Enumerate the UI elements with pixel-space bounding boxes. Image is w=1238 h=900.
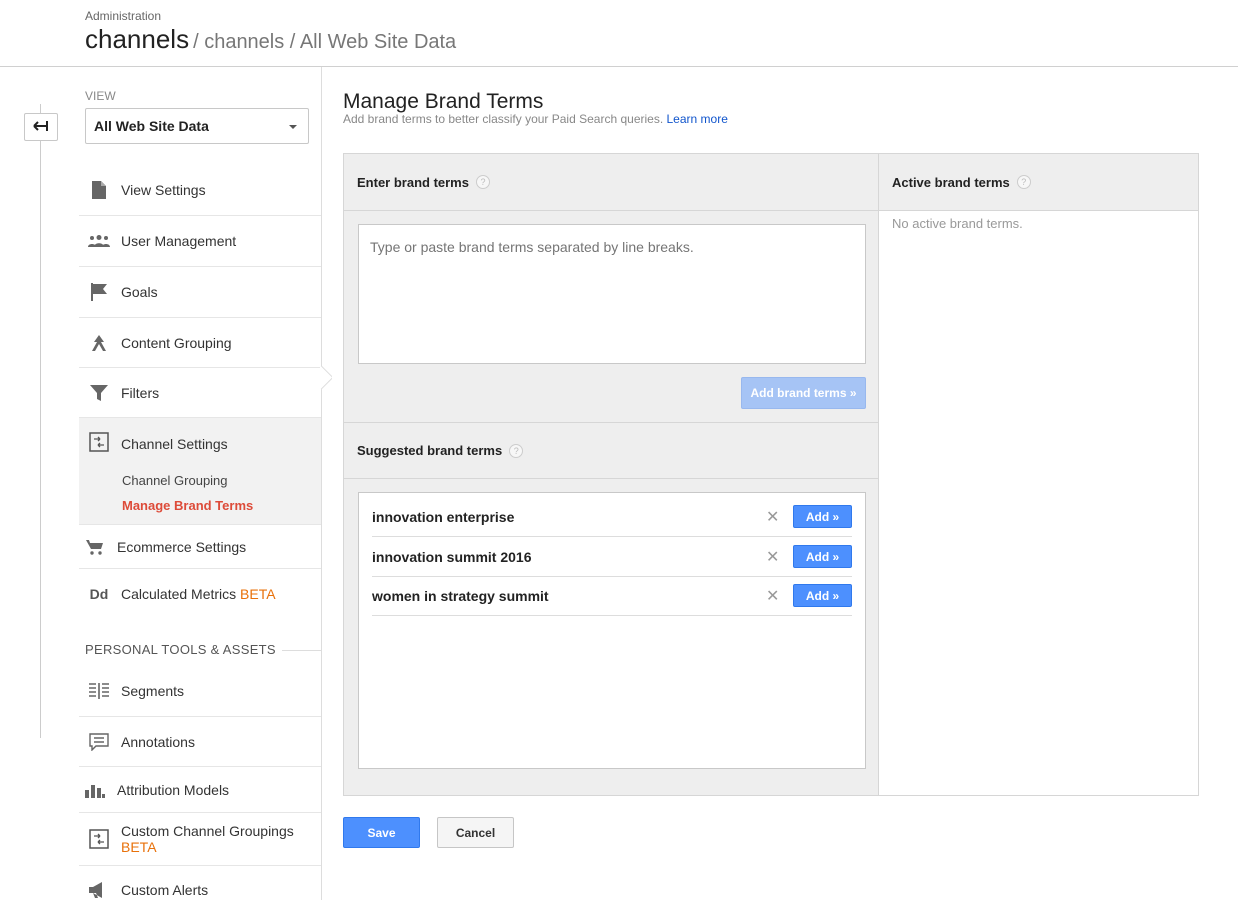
help-icon[interactable]: ? — [475, 175, 490, 189]
sidebar: VIEW All Web Site Data View Settings Use… — [0, 67, 322, 900]
learn-more-link[interactable]: Learn more — [667, 112, 728, 126]
page-subtitle: Add brand terms to better classify your … — [343, 112, 728, 126]
sidebar-item-label: Annotations — [121, 733, 195, 750]
dismiss-icon[interactable]: ✕ — [766, 507, 779, 527]
document-icon — [87, 180, 111, 200]
active-item-pointer — [320, 366, 332, 390]
enter-terms-title: Enter brand terms — [357, 174, 469, 190]
back-button[interactable] — [24, 113, 58, 141]
megaphone-icon — [87, 880, 111, 900]
sidebar-item-attribution-models[interactable]: Attribution Models — [79, 767, 321, 813]
dismiss-icon[interactable]: ✕ — [766, 547, 779, 567]
add-term-button[interactable]: Add » — [793, 584, 852, 607]
channel-icon — [87, 829, 111, 849]
sidebar-item-label: Attribution Models — [117, 781, 230, 798]
suggested-terms-title: Suggested brand terms — [357, 443, 503, 458]
active-terms-column: Active brand terms ? No active brand ter… — [879, 154, 1198, 795]
dismiss-icon[interactable]: ✕ — [766, 586, 779, 606]
beta-badge: BETA — [240, 586, 276, 602]
sidebar-item-label: Custom Channel Groupings BETA — [121, 823, 294, 855]
enter-terms-header: Enter brand terms ? — [344, 154, 878, 211]
section-divider — [282, 650, 321, 651]
suggested-term-row: innovation enterprise ✕ Add » — [372, 497, 852, 537]
subtitle-text: Add brand terms to better classify your … — [343, 112, 664, 126]
sidebar-subitem-manage-brand-terms[interactable]: Manage Brand Terms — [122, 498, 253, 513]
breadcrumb-path[interactable]: / channels / All Web Site Data — [193, 31, 456, 53]
cart-icon — [83, 537, 107, 557]
brand-terms-panel: Enter brand terms ? Add brand terms » Su… — [343, 153, 1199, 796]
suggested-terms-header: Suggested brand terms ? — [344, 422, 878, 479]
chevron-down-icon — [289, 125, 297, 129]
sidebar-item-view-settings[interactable]: View Settings — [79, 165, 321, 216]
add-term-button[interactable]: Add » — [793, 545, 852, 568]
back-arrow-icon — [33, 120, 49, 135]
beta-badge: BETA — [121, 839, 157, 855]
sidebar-item-segments[interactable]: Segments — [79, 666, 321, 717]
sidebar-item-label: Channel Settings — [121, 436, 228, 452]
sidebar-item-content-grouping[interactable]: Content Grouping — [79, 318, 321, 368]
section-header-personal-tools: PERSONAL TOOLS & ASSETS — [85, 642, 276, 657]
suggested-term: women in strategy summit — [372, 588, 549, 604]
enter-terms-column: Enter brand terms ? Add brand terms » Su… — [344, 154, 879, 795]
segments-icon — [87, 681, 111, 701]
sidebar-item-annotations[interactable]: Annotations — [79, 717, 321, 767]
suggested-terms-list: innovation enterprise ✕ Add » innovation… — [358, 492, 866, 769]
active-terms-title: Active brand terms — [892, 174, 1010, 190]
grouping-icon — [87, 333, 111, 353]
sidebar-item-user-management[interactable]: User Management — [79, 216, 321, 267]
active-terms-header: Active brand terms ? — [879, 154, 1198, 211]
sidebar-item-goals[interactable]: Goals — [79, 267, 321, 318]
bar-chart-icon — [83, 780, 107, 800]
sidebar-item-label: Content Grouping — [121, 334, 232, 351]
sidebar-item-label: Ecommerce Settings — [117, 538, 247, 555]
page-header: Administration channels / channels / All … — [0, 0, 1238, 67]
sidebar-item-ecommerce-settings[interactable]: Ecommerce Settings — [79, 525, 321, 569]
back-rail — [40, 104, 41, 738]
help-icon[interactable]: ? — [1016, 175, 1031, 189]
dd-icon: Dd — [89, 586, 109, 602]
sidebar-subitem-channel-grouping[interactable]: Channel Grouping — [122, 473, 228, 488]
sidebar-item-label: View Settings — [121, 182, 206, 198]
suggested-term-row: women in strategy summit ✕ Add » — [372, 576, 852, 616]
breadcrumb: channels / channels / All Web Site Data — [85, 24, 456, 55]
suggested-term: innovation enterprise — [372, 509, 515, 525]
sidebar-item-label: Segments — [121, 683, 185, 699]
users-icon — [87, 231, 111, 251]
add-brand-terms-button[interactable]: Add brand terms » — [741, 377, 866, 409]
sidebar-item-label: Custom Alerts — [121, 882, 209, 898]
sidebar-item-label: User Management — [121, 233, 237, 249]
view-select-value: All Web Site Data — [94, 118, 209, 134]
sidebar-item-calculated-metrics[interactable]: Dd Calculated Metrics BETA — [79, 569, 321, 619]
sidebar-item-filters[interactable]: Filters — [79, 368, 321, 418]
help-icon[interactable]: ? — [509, 443, 524, 458]
breadcrumb-account[interactable]: channels — [85, 24, 189, 54]
suggested-term: innovation summit 2016 — [372, 549, 532, 565]
admin-label: Administration — [85, 9, 162, 23]
suggested-term-row: innovation summit 2016 ✕ Add » — [372, 537, 852, 577]
sidebar-item-custom-alerts[interactable]: Custom Alerts — [79, 866, 321, 900]
cancel-button[interactable]: Cancel — [437, 817, 514, 848]
sidebar-item-label: Goals — [121, 284, 158, 300]
no-active-terms-text: No active brand terms. — [892, 216, 1023, 231]
view-label: VIEW — [85, 89, 116, 103]
filter-icon — [87, 383, 111, 403]
save-button[interactable]: Save — [343, 817, 420, 848]
sidebar-item-label: Filters — [121, 384, 160, 401]
add-term-button[interactable]: Add » — [793, 505, 852, 528]
brand-terms-textarea[interactable] — [358, 224, 866, 364]
flag-icon — [87, 282, 111, 302]
sidebar-item-label: Calculated Metrics BETA — [121, 586, 276, 602]
annotation-icon — [87, 732, 111, 752]
sidebar-item-custom-channel-groupings[interactable]: Custom Channel Groupings BETA — [79, 813, 321, 866]
page-title: Manage Brand Terms — [343, 90, 544, 113]
view-select[interactable]: All Web Site Data — [85, 108, 309, 144]
channel-icon — [87, 432, 111, 452]
